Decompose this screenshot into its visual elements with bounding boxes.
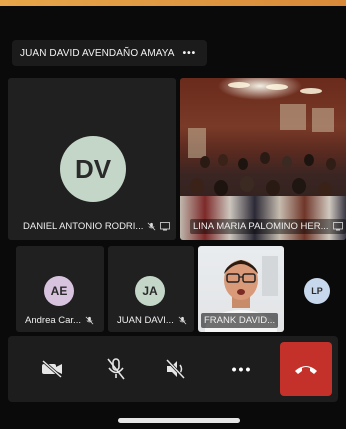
- participant-name-tag: JUAN DAVI...: [114, 313, 190, 328]
- top-status-accent: [0, 0, 346, 6]
- participant-tile-frank[interactable]: FRANK DAVID...: [198, 246, 284, 332]
- more-icon: •••: [231, 361, 253, 377]
- more-options-button[interactable]: •••: [216, 342, 268, 396]
- end-call-button[interactable]: [280, 342, 332, 396]
- mic-toggle-button[interactable]: [90, 342, 142, 396]
- participant-name: Andrea Car...: [25, 315, 81, 326]
- avatar-initials: AE: [50, 284, 68, 298]
- avatar: LP: [304, 278, 330, 304]
- participant-tile-lina[interactable]: LINA MARIA PALOMINO HER...: [180, 78, 346, 240]
- mic-off-icon: [147, 222, 156, 231]
- participant-name: DANIEL ANTONIO RODRI...: [23, 221, 144, 232]
- participant-name-tag: FRANK DAVID...: [201, 313, 279, 328]
- speaker-off-icon: [165, 358, 186, 380]
- mic-off-icon: [85, 316, 94, 325]
- camera-off-icon: [42, 359, 62, 379]
- speaker-toggle-button[interactable]: [150, 342, 202, 396]
- home-indicator[interactable]: [118, 418, 240, 423]
- avatar-initials: DV: [74, 153, 112, 184]
- participant-tile-lp[interactable]: LP: [290, 246, 346, 332]
- end-call-icon: [295, 366, 317, 374]
- participant-name: LINA MARIA PALOMINO HER...: [193, 221, 329, 232]
- avatar-initials: LP: [311, 286, 323, 296]
- avatar: AE: [44, 276, 74, 306]
- participant-name-tag: LINA MARIA PALOMINO HER...: [190, 219, 346, 234]
- screen-share-icon: [160, 222, 171, 231]
- participant-name-tag: Andrea Car...: [22, 313, 97, 328]
- participant-name: FRANK DAVID...: [204, 315, 276, 326]
- participant-name-tag: DANIEL ANTONIO RODRI...: [20, 219, 173, 234]
- camera-toggle-button[interactable]: [26, 342, 78, 396]
- screen-share-icon: [332, 222, 343, 231]
- presenter-pill[interactable]: JUAN DAVID AVENDAÑO AMAYA •••: [12, 40, 207, 66]
- avatar: DV: [60, 136, 126, 202]
- mic-off-icon: [178, 316, 187, 325]
- video-feed-classroom: [180, 78, 346, 240]
- participant-name: JUAN DAVI...: [117, 315, 174, 326]
- presenter-name: JUAN DAVID AVENDAÑO AMAYA: [20, 47, 175, 59]
- mic-off-icon: [107, 358, 125, 380]
- participant-tile-daniel[interactable]: DV DANIEL ANTONIO RODRI...: [8, 78, 176, 240]
- avatar-initials: JA: [142, 284, 158, 298]
- participant-tile-andrea[interactable]: AE Andrea Car...: [16, 246, 104, 332]
- call-controls-bar: •••: [8, 336, 338, 402]
- participant-tile-juan[interactable]: JA JUAN DAVI...: [108, 246, 194, 332]
- avatar: JA: [135, 276, 165, 306]
- presenter-more-button[interactable]: •••: [183, 48, 197, 59]
